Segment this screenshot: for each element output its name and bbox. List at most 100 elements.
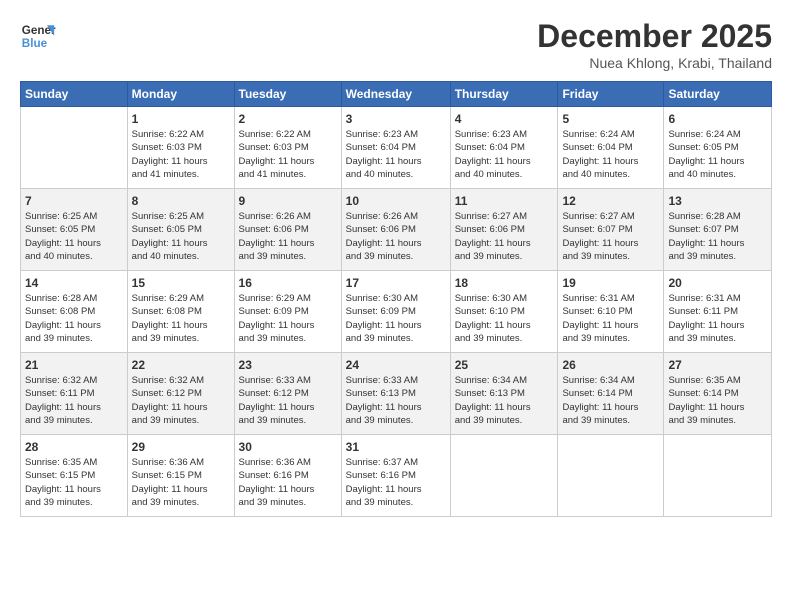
calendar-cell: 13Sunrise: 6:28 AMSunset: 6:07 PMDayligh…	[664, 189, 772, 271]
day-info: Sunrise: 6:30 AMSunset: 6:09 PMDaylight:…	[346, 292, 446, 345]
day-number: 29	[132, 439, 230, 455]
calendar-cell: 16Sunrise: 6:29 AMSunset: 6:09 PMDayligh…	[234, 271, 341, 353]
day-info: Sunrise: 6:36 AMSunset: 6:16 PMDaylight:…	[239, 456, 337, 509]
day-number: 19	[562, 275, 659, 291]
day-info: Sunrise: 6:36 AMSunset: 6:15 PMDaylight:…	[132, 456, 230, 509]
week-row-1: 1Sunrise: 6:22 AMSunset: 6:03 PMDaylight…	[21, 107, 772, 189]
calendar-cell: 12Sunrise: 6:27 AMSunset: 6:07 PMDayligh…	[558, 189, 664, 271]
month-title: December 2025	[537, 18, 772, 55]
day-info: Sunrise: 6:26 AMSunset: 6:06 PMDaylight:…	[346, 210, 446, 263]
day-info: Sunrise: 6:31 AMSunset: 6:10 PMDaylight:…	[562, 292, 659, 345]
day-number: 23	[239, 357, 337, 373]
day-info: Sunrise: 6:22 AMSunset: 6:03 PMDaylight:…	[132, 128, 230, 181]
calendar-header: SundayMondayTuesdayWednesdayThursdayFrid…	[21, 82, 772, 107]
day-info: Sunrise: 6:27 AMSunset: 6:07 PMDaylight:…	[562, 210, 659, 263]
day-number: 6	[668, 111, 767, 127]
day-number: 11	[455, 193, 554, 209]
day-number: 20	[668, 275, 767, 291]
header-day-tuesday: Tuesday	[234, 82, 341, 107]
header: General Blue General Blue December 2025 …	[20, 18, 772, 71]
day-info: Sunrise: 6:25 AMSunset: 6:05 PMDaylight:…	[132, 210, 230, 263]
header-day-sunday: Sunday	[21, 82, 128, 107]
day-number: 4	[455, 111, 554, 127]
calendar: SundayMondayTuesdayWednesdayThursdayFrid…	[20, 81, 772, 517]
day-number: 5	[562, 111, 659, 127]
day-info: Sunrise: 6:26 AMSunset: 6:06 PMDaylight:…	[239, 210, 337, 263]
calendar-cell	[450, 435, 558, 517]
day-info: Sunrise: 6:28 AMSunset: 6:07 PMDaylight:…	[668, 210, 767, 263]
week-row-2: 7Sunrise: 6:25 AMSunset: 6:05 PMDaylight…	[21, 189, 772, 271]
day-number: 27	[668, 357, 767, 373]
calendar-cell: 6Sunrise: 6:24 AMSunset: 6:05 PMDaylight…	[664, 107, 772, 189]
day-info: Sunrise: 6:37 AMSunset: 6:16 PMDaylight:…	[346, 456, 446, 509]
header-day-wednesday: Wednesday	[341, 82, 450, 107]
day-info: Sunrise: 6:23 AMSunset: 6:04 PMDaylight:…	[346, 128, 446, 181]
calendar-cell: 24Sunrise: 6:33 AMSunset: 6:13 PMDayligh…	[341, 353, 450, 435]
day-number: 18	[455, 275, 554, 291]
svg-text:Blue: Blue	[22, 37, 48, 50]
calendar-cell: 5Sunrise: 6:24 AMSunset: 6:04 PMDaylight…	[558, 107, 664, 189]
calendar-cell: 29Sunrise: 6:36 AMSunset: 6:15 PMDayligh…	[127, 435, 234, 517]
logo-icon: General Blue	[20, 18, 56, 54]
logo: General Blue General Blue	[20, 18, 56, 54]
day-number: 22	[132, 357, 230, 373]
title-block: December 2025 Nuea Khlong, Krabi, Thaila…	[537, 18, 772, 71]
day-info: Sunrise: 6:27 AMSunset: 6:06 PMDaylight:…	[455, 210, 554, 263]
header-row: SundayMondayTuesdayWednesdayThursdayFrid…	[21, 82, 772, 107]
calendar-cell: 15Sunrise: 6:29 AMSunset: 6:08 PMDayligh…	[127, 271, 234, 353]
day-number: 8	[132, 193, 230, 209]
calendar-cell: 28Sunrise: 6:35 AMSunset: 6:15 PMDayligh…	[21, 435, 128, 517]
day-info: Sunrise: 6:32 AMSunset: 6:11 PMDaylight:…	[25, 374, 123, 427]
day-number: 28	[25, 439, 123, 455]
day-number: 31	[346, 439, 446, 455]
calendar-cell	[664, 435, 772, 517]
calendar-cell: 2Sunrise: 6:22 AMSunset: 6:03 PMDaylight…	[234, 107, 341, 189]
day-info: Sunrise: 6:31 AMSunset: 6:11 PMDaylight:…	[668, 292, 767, 345]
calendar-cell: 26Sunrise: 6:34 AMSunset: 6:14 PMDayligh…	[558, 353, 664, 435]
day-number: 26	[562, 357, 659, 373]
calendar-cell: 8Sunrise: 6:25 AMSunset: 6:05 PMDaylight…	[127, 189, 234, 271]
calendar-body: 1Sunrise: 6:22 AMSunset: 6:03 PMDaylight…	[21, 107, 772, 517]
header-day-monday: Monday	[127, 82, 234, 107]
day-number: 24	[346, 357, 446, 373]
day-number: 25	[455, 357, 554, 373]
header-day-friday: Friday	[558, 82, 664, 107]
calendar-cell: 1Sunrise: 6:22 AMSunset: 6:03 PMDaylight…	[127, 107, 234, 189]
calendar-cell: 21Sunrise: 6:32 AMSunset: 6:11 PMDayligh…	[21, 353, 128, 435]
calendar-cell	[558, 435, 664, 517]
day-number: 3	[346, 111, 446, 127]
week-row-3: 14Sunrise: 6:28 AMSunset: 6:08 PMDayligh…	[21, 271, 772, 353]
day-number: 1	[132, 111, 230, 127]
day-number: 14	[25, 275, 123, 291]
calendar-cell: 20Sunrise: 6:31 AMSunset: 6:11 PMDayligh…	[664, 271, 772, 353]
day-number: 10	[346, 193, 446, 209]
calendar-cell: 23Sunrise: 6:33 AMSunset: 6:12 PMDayligh…	[234, 353, 341, 435]
day-info: Sunrise: 6:24 AMSunset: 6:04 PMDaylight:…	[562, 128, 659, 181]
day-info: Sunrise: 6:23 AMSunset: 6:04 PMDaylight:…	[455, 128, 554, 181]
calendar-cell: 4Sunrise: 6:23 AMSunset: 6:04 PMDaylight…	[450, 107, 558, 189]
location: Nuea Khlong, Krabi, Thailand	[537, 55, 772, 71]
calendar-cell	[21, 107, 128, 189]
page: General Blue General Blue December 2025 …	[0, 0, 792, 612]
day-info: Sunrise: 6:22 AMSunset: 6:03 PMDaylight:…	[239, 128, 337, 181]
day-number: 2	[239, 111, 337, 127]
day-info: Sunrise: 6:28 AMSunset: 6:08 PMDaylight:…	[25, 292, 123, 345]
day-info: Sunrise: 6:25 AMSunset: 6:05 PMDaylight:…	[25, 210, 123, 263]
header-day-thursday: Thursday	[450, 82, 558, 107]
day-info: Sunrise: 6:33 AMSunset: 6:12 PMDaylight:…	[239, 374, 337, 427]
calendar-cell: 7Sunrise: 6:25 AMSunset: 6:05 PMDaylight…	[21, 189, 128, 271]
day-number: 15	[132, 275, 230, 291]
day-number: 7	[25, 193, 123, 209]
calendar-cell: 17Sunrise: 6:30 AMSunset: 6:09 PMDayligh…	[341, 271, 450, 353]
day-number: 21	[25, 357, 123, 373]
calendar-cell: 22Sunrise: 6:32 AMSunset: 6:12 PMDayligh…	[127, 353, 234, 435]
day-info: Sunrise: 6:33 AMSunset: 6:13 PMDaylight:…	[346, 374, 446, 427]
day-info: Sunrise: 6:24 AMSunset: 6:05 PMDaylight:…	[668, 128, 767, 181]
calendar-cell: 10Sunrise: 6:26 AMSunset: 6:06 PMDayligh…	[341, 189, 450, 271]
day-info: Sunrise: 6:29 AMSunset: 6:09 PMDaylight:…	[239, 292, 337, 345]
calendar-cell: 19Sunrise: 6:31 AMSunset: 6:10 PMDayligh…	[558, 271, 664, 353]
day-number: 30	[239, 439, 337, 455]
calendar-cell: 11Sunrise: 6:27 AMSunset: 6:06 PMDayligh…	[450, 189, 558, 271]
day-info: Sunrise: 6:35 AMSunset: 6:15 PMDaylight:…	[25, 456, 123, 509]
week-row-4: 21Sunrise: 6:32 AMSunset: 6:11 PMDayligh…	[21, 353, 772, 435]
